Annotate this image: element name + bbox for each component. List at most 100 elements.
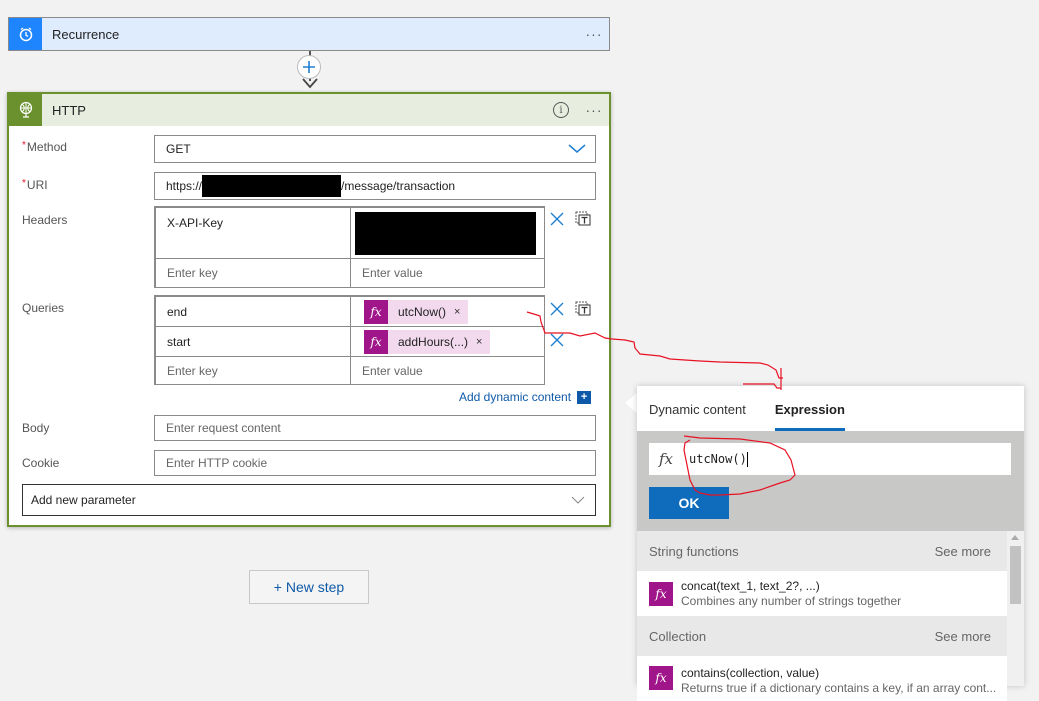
- arrow-down-icon: [302, 78, 318, 89]
- dynamic-content-panel: Dynamic content Expression fx utcNow() O…: [637, 386, 1024, 701]
- header-key-placeholder: Enter key: [167, 266, 218, 280]
- fx-icon: fx: [649, 581, 673, 606]
- expression-text: utcNow(): [689, 451, 747, 466]
- header-new-key-input[interactable]: Enter key: [155, 258, 351, 288]
- tab-dynamic-content[interactable]: Dynamic content: [649, 386, 746, 431]
- text-mode-icon[interactable]: [575, 210, 591, 226]
- remove-token-button[interactable]: ×: [476, 336, 490, 348]
- function-list-scrollbar[interactable]: [1007, 531, 1024, 686]
- redacted-api-key: [355, 211, 536, 255]
- cookie-label: Cookie: [22, 456, 60, 470]
- section-header-string-functions: String functions See more: [637, 531, 1007, 571]
- queries-grid: end fx utcNow() × start fx addHours(...)…: [154, 295, 545, 385]
- function-name: contains(collection, value): [681, 666, 820, 680]
- add-new-parameter-dropdown[interactable]: Add new parameter: [22, 484, 596, 516]
- function-description: Combines any number of strings together: [681, 594, 902, 608]
- plus-square-icon: +: [577, 390, 592, 404]
- required-marker: *: [22, 178, 26, 189]
- body-input[interactable]: Enter request content: [154, 415, 596, 441]
- fx-icon: fx: [658, 450, 673, 468]
- http-action-card: HTTP i ··· *Method GET *URI https:// /me…: [7, 92, 611, 527]
- token-text: utcNow(): [398, 304, 447, 319]
- method-value: GET: [166, 142, 191, 156]
- header-new-value-input[interactable]: Enter value: [350, 258, 545, 288]
- globe-icon: [9, 94, 42, 126]
- fx-icon: fx: [649, 666, 673, 690]
- http-title: HTTP: [52, 102, 86, 118]
- method-label-text: Method: [26, 140, 67, 154]
- query-new-value-input[interactable]: Enter value: [350, 356, 545, 385]
- chevron-down-icon: [571, 496, 585, 504]
- see-more-link[interactable]: See more: [935, 544, 991, 559]
- required-marker: *: [22, 140, 26, 151]
- function-list: String functions See more fx concat(text…: [637, 531, 1007, 701]
- alarm-clock-icon: [9, 18, 42, 50]
- query-value-placeholder: Enter value: [362, 363, 423, 378]
- section-title: Collection: [649, 628, 707, 644]
- expression-value: utcNow(): [689, 451, 748, 467]
- panel-tabs: Dynamic content Expression: [637, 386, 1024, 431]
- query-key-input[interactable]: end: [155, 296, 351, 327]
- panel-pointer: [625, 393, 637, 413]
- query-value-input[interactable]: fx utcNow() ×: [350, 296, 545, 327]
- query-new-key-input[interactable]: Enter key: [155, 356, 351, 385]
- query-key-value: start: [167, 334, 191, 349]
- function-item-concat[interactable]: fx concat(text_1, text_2?, ...) Combines…: [637, 571, 1007, 616]
- cookie-input[interactable]: Enter HTTP cookie: [154, 450, 596, 476]
- header-key-input[interactable]: X-API-Key: [155, 207, 351, 259]
- chevron-down-icon: [568, 144, 586, 153]
- function-item-contains[interactable]: fx contains(collection, value) Returns t…: [637, 656, 1007, 701]
- remove-token-button[interactable]: ×: [454, 306, 468, 318]
- tab-expression[interactable]: Expression: [774, 386, 845, 431]
- recurrence-trigger-card[interactable]: Recurrence ···: [8, 17, 610, 51]
- see-more-link[interactable]: See more: [935, 629, 991, 644]
- header-value-input[interactable]: [350, 207, 545, 259]
- remove-query-icon[interactable]: [550, 302, 564, 316]
- uri-label-text: URI: [26, 178, 48, 192]
- body-label: Body: [22, 421, 50, 435]
- scroll-thumb[interactable]: [1010, 546, 1021, 604]
- http-card-header[interactable]: HTTP i ···: [9, 94, 609, 126]
- function-description: Returns true if a dictionary contains a …: [681, 681, 997, 695]
- remove-header-icon[interactable]: [550, 212, 564, 226]
- fx-icon: fx: [364, 329, 388, 354]
- query-key-placeholder: Enter key: [167, 363, 218, 378]
- method-dropdown[interactable]: GET: [154, 135, 596, 163]
- plus-icon: [303, 61, 315, 73]
- section-header-collection: Collection See more: [637, 616, 1007, 656]
- expression-editor-area: fx utcNow() OK: [637, 431, 1024, 531]
- add-parameter-text: Add new parameter: [31, 493, 136, 507]
- query-value-input[interactable]: fx addHours(...) ×: [350, 326, 545, 357]
- scroll-up-arrow-icon[interactable]: [1011, 535, 1019, 540]
- expression-token[interactable]: fx addHours(...) ×: [364, 329, 491, 354]
- uri-prefix: https://: [166, 179, 203, 193]
- function-name: concat(text_1, text_2?, ...): [681, 579, 820, 593]
- token-text: addHours(...): [398, 334, 469, 349]
- headers-grid: X-API-Key Enter key Enter value: [154, 206, 545, 288]
- query-key-input[interactable]: start: [155, 326, 351, 357]
- ok-button[interactable]: OK: [649, 487, 729, 519]
- method-label: *Method: [22, 140, 67, 154]
- add-dynamic-content-link[interactable]: Add dynamic content +: [459, 390, 592, 404]
- text-cursor: [746, 451, 748, 467]
- remove-query-icon[interactable]: [550, 333, 564, 347]
- uri-suffix: /message/transaction: [341, 179, 456, 193]
- body-placeholder: Enter request content: [166, 421, 281, 435]
- info-icon[interactable]: i: [553, 102, 569, 118]
- recurrence-more-button[interactable]: ···: [579, 26, 609, 42]
- uri-input[interactable]: https:// /message/transaction: [154, 172, 596, 200]
- redacted-host: [202, 175, 342, 197]
- http-more-button[interactable]: ···: [579, 102, 609, 118]
- cookie-placeholder: Enter HTTP cookie: [166, 456, 268, 470]
- expression-input[interactable]: fx utcNow(): [649, 443, 1011, 475]
- headers-label: Headers: [22, 213, 68, 227]
- section-title: String functions: [649, 543, 739, 559]
- recurrence-title: Recurrence: [52, 26, 120, 42]
- text-mode-icon[interactable]: [575, 300, 591, 316]
- uri-label: *URI: [22, 178, 48, 192]
- header-value-placeholder: Enter value: [362, 266, 423, 280]
- add-dynamic-content-text: Add dynamic content: [459, 390, 572, 404]
- new-step-button[interactable]: + New step: [249, 570, 369, 604]
- expression-token[interactable]: fx utcNow() ×: [364, 299, 469, 324]
- queries-label: Queries: [22, 301, 65, 315]
